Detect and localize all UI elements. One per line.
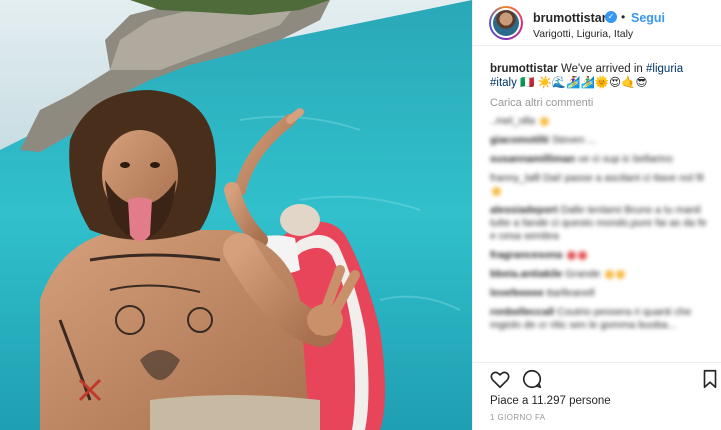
avatar-image <box>493 10 519 36</box>
likes-count[interactable]: Piace a 11.297 persone <box>490 395 611 407</box>
verified-icon: ✓ <box>605 11 617 23</box>
list-item: ronbelleccall Coutrio pessera ri quanti … <box>490 306 692 331</box>
list-item: giacomotilti Steven ... <box>490 134 597 146</box>
post-header: brumottistar ✓ • Segui Varigotti, Liguri… <box>473 0 721 46</box>
caption-username[interactable]: brumottistar <box>490 63 558 75</box>
list-item: susannamilliman ve ci sup ic bellarino <box>490 153 673 165</box>
post-side-panel: brumottistar ✓ • Segui Varigotti, Liguri… <box>472 0 721 430</box>
post-photo[interactable] <box>0 0 472 430</box>
emoji-icon <box>567 250 577 260</box>
post-photo-illustration <box>0 0 472 430</box>
location-link[interactable]: Varigotti, Liguria, Italy <box>533 28 633 40</box>
post-caption: brumottistar We've arrived in #liguria #… <box>490 62 712 90</box>
hashtag-liguria[interactable]: #liguria <box>646 63 683 75</box>
load-more-comments-button[interactable]: Carica altri commenti <box>490 97 712 109</box>
list-item: franny_lalll Dai! passe a ascilant ci tt… <box>490 172 712 198</box>
emoji-icon <box>605 269 615 279</box>
heart-icon[interactable] <box>489 368 511 390</box>
emoji-icon <box>492 186 501 196</box>
list-item: lovefeeeee ttarlleanell <box>490 287 595 299</box>
emoji-icon <box>539 116 549 126</box>
list-item: bbeia.antiakile Grande <box>490 268 712 281</box>
emoji-icon <box>578 250 588 260</box>
hashtag-italy[interactable]: #italy <box>490 77 517 89</box>
avatar-ring <box>491 8 521 38</box>
comment-list: ..mel_olla giacomotilti Steven ... susan… <box>490 115 712 332</box>
avatar[interactable] <box>489 6 523 40</box>
comments-section: brumottistar We've arrived in #liguria #… <box>490 62 712 332</box>
post-actions: Piace a 11.297 persone 1 GIORNO FA <box>473 362 721 430</box>
list-item: ..mel_olla <box>490 115 712 128</box>
follow-button[interactable]: Segui <box>631 11 665 25</box>
bookmark-icon[interactable] <box>699 368 721 390</box>
post-timestamp: 1 GIORNO FA <box>490 413 546 422</box>
comment-icon[interactable] <box>521 368 543 390</box>
list-item: alessiadeport Dalle tenlami Bruno a tu m… <box>490 204 707 242</box>
username-link[interactable]: brumottistar <box>533 11 607 25</box>
caption-emojis: 🇮🇹 ☀️🌊🏄‍♀️🏄‍♂️🌞😍🤙😎 <box>520 77 648 89</box>
caption-text: We've arrived in <box>560 63 647 75</box>
separator-dot: • <box>621 10 626 24</box>
list-item: fragrancesona <box>490 249 712 262</box>
emoji-icon <box>616 269 626 279</box>
